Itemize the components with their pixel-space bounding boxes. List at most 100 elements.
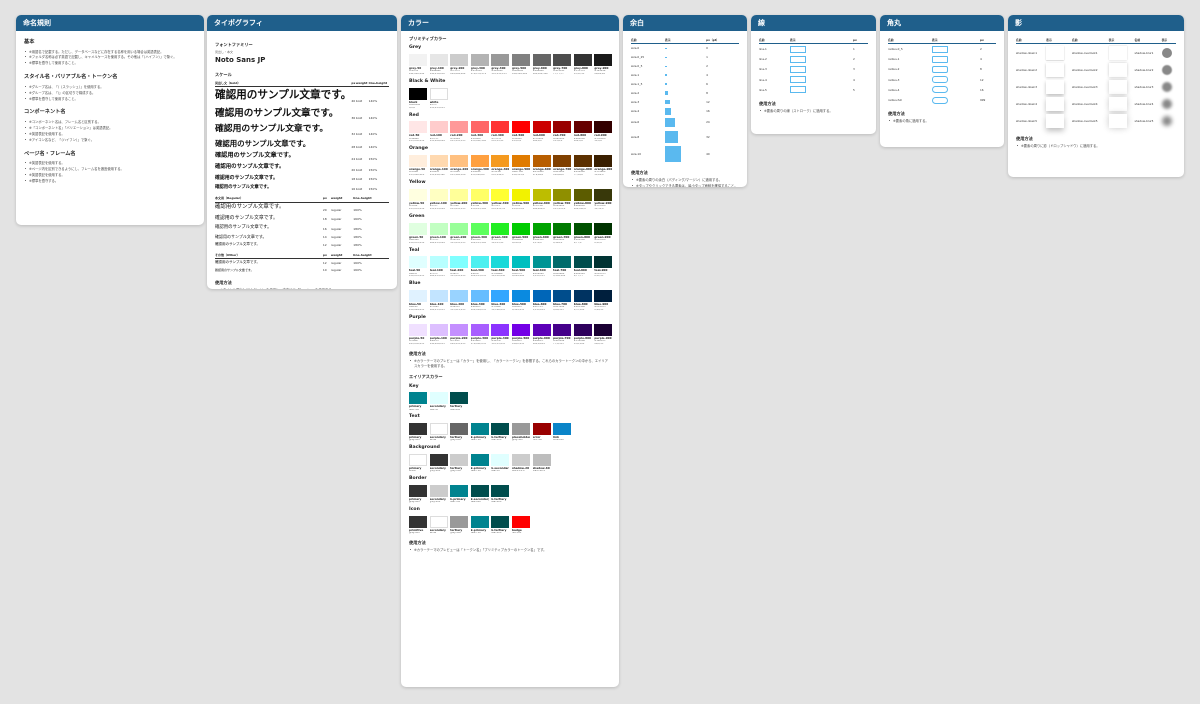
token-cell: size-4 <box>631 107 665 117</box>
token-cell: 5 <box>853 85 868 95</box>
color-rgb: 255,153,153 <box>450 140 466 143</box>
type-sample: 確認用のサンプル文章です。 <box>215 268 254 273</box>
alias-chip <box>429 515 448 528</box>
color-swatch: teal-900 #003333 0,51,51 <box>594 256 613 278</box>
alias-chip <box>450 392 469 405</box>
color-swatch: grey-900 #1a1a1a 26,26,26 <box>594 53 613 76</box>
color-group-title: Black & White <box>409 78 446 84</box>
type-header-cell: weight <box>355 79 369 88</box>
type-value: 10 <box>322 268 327 273</box>
color-rgb: 255,255,0 <box>511 207 525 210</box>
color-chip <box>553 256 572 269</box>
token-text: 1 <box>852 47 855 52</box>
type-sample: 確認用のサンプル文章です。 <box>215 184 272 190</box>
color-chip <box>429 323 448 336</box>
typography-card: タイポグラフィ フォントファミリー 見出し・本文 Noto Sans JP スケ… <box>207 15 397 289</box>
color-chip <box>470 53 489 66</box>
alias-ref: grey-800 <box>429 470 441 473</box>
alias-swatch: secondary grey-800 <box>429 453 448 473</box>
type-header-cell: px <box>322 195 331 203</box>
swatch-row: blue-50 #e6f4ff 230,244,255 blue-100 #cce9ff… <box>409 290 613 312</box>
color-rgb: 255,224,192 <box>429 174 445 177</box>
type-scale-row: 確認用のサンプル文章です。 18 bold 150% <box>215 173 389 183</box>
naming-body: 基本 ※用語名で記載する。ただし、データベースなどに存在する名称を用いる場合は英語… <box>16 31 204 191</box>
token-cell <box>664 98 706 107</box>
type-value: 18 <box>322 217 327 222</box>
color-swatch: grey-50 #f2f2f2 242,242,242 <box>409 53 427 76</box>
token-cell: 6 <box>706 80 739 89</box>
color-chip <box>429 121 448 134</box>
type-scale-header: その他（Other） px weight line-height <box>215 251 389 260</box>
color-chip <box>450 290 469 302</box>
type-scale-table: 本文用（Regular） px weight line-height 確認用のサンプル文… <box>215 195 389 248</box>
radius-sample <box>931 76 948 84</box>
token-cell <box>664 129 706 145</box>
token-row: line-2 2 <box>759 54 868 64</box>
color-rgb: 0,179,0 <box>532 241 542 244</box>
type-value: regular <box>330 226 342 231</box>
type-value: bold <box>355 156 363 161</box>
color-swatch: purple-200 #cc99ff 204,153,255 <box>450 323 469 346</box>
alias-ref: teal-800 <box>491 532 502 535</box>
color-rgb: 128,128,128 <box>511 72 528 75</box>
color-chip <box>532 53 551 66</box>
color-swatch: yellow-900 #333300 51,51,0 <box>594 188 613 211</box>
token-text: shadow-down4 <box>1016 102 1038 107</box>
token-cell <box>664 62 706 71</box>
color-swatch: orange-100 #ffe0c0 255,224,192 <box>429 155 448 177</box>
alias-ref: teal-800 <box>450 408 461 411</box>
color-chip <box>409 155 427 167</box>
type-scale-row: 確認用のサンプル文章です。 28 bold 140% <box>215 137 389 151</box>
token-cell: line-5 <box>759 85 790 95</box>
alias-ref: white <box>429 439 437 442</box>
alias-chip <box>491 484 510 497</box>
type-scale-row: 確認用のサンプル文章です。 36 bold 140% <box>215 105 389 122</box>
token-text: size-0_25 <box>631 55 645 60</box>
color-rgb: 102,255,255 <box>470 275 486 278</box>
alias-ref: teal-700 <box>450 501 461 504</box>
token-cell <box>664 80 706 89</box>
color-swatch: orange-900 #331a00 51,26,0 <box>594 155 613 177</box>
token-cell: shadow-overlook4 <box>1072 96 1109 113</box>
alias-chip <box>470 453 489 466</box>
color-swatch: green-500 #00e600 0,230,0 <box>511 222 530 245</box>
color-chip <box>594 53 613 66</box>
color-rgb: 255,255,51 <box>491 207 506 210</box>
shadow-sample <box>1046 62 1065 77</box>
spacing-table: 名前 表示 px（pt） size-0 0 size-0_25 1 size-0_5 2 size… <box>631 37 739 164</box>
type-value: regular <box>330 268 342 273</box>
token-cell <box>789 75 853 85</box>
color-rgb: 242,242,242 <box>409 72 425 75</box>
token-cell: size-0_5 <box>631 62 665 71</box>
swatch-row: yellow-50 #ffffe6 255,255,230 yellow-100 #ff… <box>409 188 613 211</box>
token-cell: shadow-blur1 <box>1134 44 1161 62</box>
radius-usage-title: 使用方法 <box>888 111 905 117</box>
token-cell <box>931 54 980 64</box>
color-swatch: yellow-50 #ffffe6 255,255,230 <box>409 188 427 211</box>
color-rgb: 153,0,0 <box>553 140 563 143</box>
alias-ref: teal-700 <box>409 408 419 411</box>
alias-swatch: placeholder grey-400 <box>511 423 530 442</box>
color-swatch: blue-50 #e6f4ff 230,244,255 <box>409 290 427 312</box>
token-text: 12 <box>706 100 710 105</box>
color-chip <box>532 256 551 269</box>
alias-chip <box>409 392 427 405</box>
color-chip <box>532 121 551 134</box>
token-text: 16 <box>706 109 710 114</box>
color-swatch: blue-900 #001d33 0,29,51 <box>594 290 613 312</box>
type-sample: 確認用のサンプル文章です。 <box>215 89 352 102</box>
color-swatch: orange-300 #ffa040 255,160,64 <box>470 155 489 177</box>
border-table: 名前 表示 px line-1 1 line-2 2 line-3 3 line-4 4 line-5… <box>759 37 868 95</box>
color-rgb: 230,244,255 <box>409 309 425 312</box>
color-swatch: red-200 #ff9999 255,153,153 <box>450 121 469 143</box>
color-swatch: teal-100 #ccffff 204,255,255 <box>429 256 448 278</box>
color-rgb: 102,0,204 <box>532 342 545 345</box>
color-group-title: Orange <box>409 146 428 152</box>
type-sample: 確認用のサンプル文章です。 <box>215 233 267 239</box>
color-rgb: 255,255,230 <box>409 207 425 210</box>
token-text: line-4 <box>759 77 767 82</box>
alias-chip <box>450 484 469 497</box>
type-value: 140% <box>368 131 378 136</box>
color-group-title: Blue <box>409 281 421 287</box>
alias-ref: teal-800 <box>491 501 502 504</box>
